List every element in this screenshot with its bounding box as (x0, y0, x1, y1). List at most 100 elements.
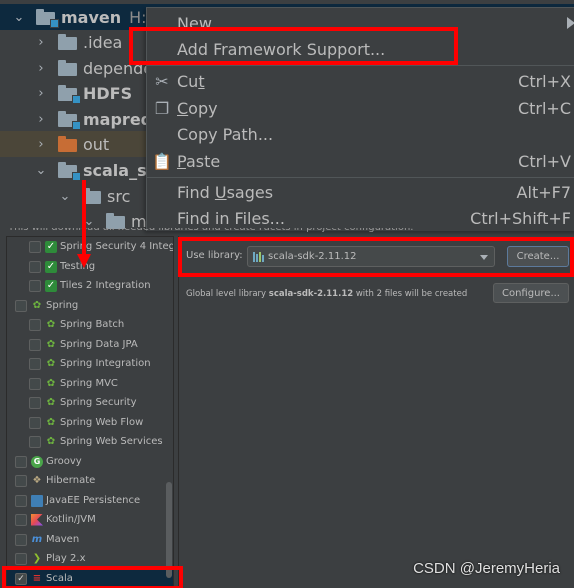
menu-item-shortcut: Ctrl+V (518, 151, 571, 171)
checkbox[interactable] (15, 533, 27, 546)
checkbox[interactable] (15, 299, 27, 312)
tree-row-out[interactable]: › out (0, 131, 150, 157)
play-icon: ❯ (32, 553, 42, 564)
menu-separator (147, 177, 574, 178)
chevron-right-icon[interactable]: › (34, 86, 48, 101)
framework-item[interactable]: G Groovy (15, 452, 82, 471)
framework-item[interactable]: ✿ Spring Security (29, 393, 137, 412)
create-library-button[interactable]: Create... (507, 246, 569, 267)
menu-item-label: Find in Files... (177, 208, 285, 228)
use-library-label: Use library: (186, 250, 243, 261)
checkbox[interactable] (29, 260, 41, 273)
framework-item[interactable]: ✿ Spring Integration (29, 354, 151, 373)
framework-item[interactable]: Kotlin/JVM (15, 510, 96, 529)
checkbox[interactable] (29, 377, 41, 390)
framework-item[interactable]: ❖ Hibernate (15, 471, 95, 490)
watermark: CSDN @JeremyHeria (413, 560, 560, 577)
framework-list-scrollbar[interactable] (166, 482, 172, 578)
global-library-info: Global level library scala-sdk-2.11.12 w… (186, 289, 468, 299)
checkbox[interactable] (29, 416, 41, 429)
checkbox[interactable] (29, 318, 41, 331)
menu-item-shortcut: Alt+F7 (516, 182, 571, 202)
framework-item[interactable]: ✿ Spring Data JPA (29, 335, 138, 354)
menu-item-copy-path[interactable]: Copy Path... (147, 121, 574, 147)
module-folder-icon (58, 85, 81, 104)
framework-config-panel: Use library: scala-sdk-2.11.12 Create...… (178, 236, 574, 588)
framework-list[interactable]: ✓ Spring Security 4 Integrat ✓ Testing ✓… (6, 236, 174, 588)
checkbox[interactable] (15, 455, 27, 468)
framework-item-scala[interactable]: ✓ ≡ Scala (7, 569, 173, 587)
jpa-icon (31, 494, 43, 507)
chevron-down-icon[interactable]: ⌄ (12, 10, 26, 25)
spring-webflow-icon: ✿ (46, 417, 56, 428)
checkbox[interactable] (29, 435, 41, 448)
menu-item-label: New (177, 13, 212, 33)
menu-item-label: Find Usages (177, 182, 274, 202)
menu-item-shortcut: Ctrl+C (517, 98, 571, 118)
chevron-down-icon[interactable]: ⌄ (58, 189, 72, 204)
framework-item[interactable]: JavaEE Persistence (15, 491, 140, 510)
copy-icon: ❐ (154, 98, 170, 118)
checkbox[interactable] (29, 240, 41, 253)
framework-item[interactable]: ✓ Spring Security 4 Integrat (29, 237, 173, 256)
menu-item-find-usages[interactable]: Find Usages Alt+F7 (147, 179, 574, 205)
module-folder-icon (58, 111, 81, 130)
hibernate-icon: ❖ (32, 475, 42, 486)
annotation-arrow-head-icon (77, 254, 91, 268)
menu-item-paste[interactable]: 📋 Paste Ctrl+V (147, 148, 574, 174)
green-check-icon: ✓ (45, 279, 57, 292)
menu-item-cut[interactable]: ✂ Cut Ctrl+X (147, 68, 574, 94)
folder-icon (58, 60, 78, 76)
configure-button[interactable]: Configure... (493, 283, 569, 303)
framework-item[interactable]: ❯ Play 2.x (15, 549, 86, 568)
dropdown-caret-icon (480, 255, 488, 260)
clipboard-icon: 📋 (152, 151, 172, 171)
menu-item-label: Cut (177, 71, 205, 91)
framework-item[interactable]: ✿ Spring Web Flow (29, 413, 143, 432)
checkbox[interactable] (15, 474, 27, 487)
green-check-icon: ✓ (45, 240, 57, 253)
chevron-right-icon[interactable]: › (34, 61, 48, 76)
checkbox[interactable] (29, 396, 41, 409)
menu-item-copy[interactable]: ❐ Copy Ctrl+C (147, 95, 574, 121)
checkbox[interactable] (29, 357, 41, 370)
tree-row-label: HDFS (83, 83, 133, 103)
framework-item[interactable]: ✿ Spring (15, 296, 78, 315)
chevron-right-icon[interactable]: › (34, 112, 48, 127)
checkbox[interactable] (15, 513, 27, 526)
mnemonic: P (177, 151, 186, 171)
checkbox[interactable] (29, 338, 41, 351)
checkbox[interactable] (29, 279, 41, 292)
tree-row-label: out (83, 134, 110, 154)
module-folder-icon (58, 162, 81, 181)
menu-item-new[interactable]: New (147, 10, 574, 36)
menu-item-label: Copy Path... (177, 124, 274, 144)
framework-item[interactable]: ✿ Spring Batch (29, 315, 124, 334)
library-icon (253, 251, 264, 262)
checkbox-checked[interactable]: ✓ (15, 572, 27, 585)
context-menu: New Add Framework Support... ✂ Cut Ctrl+… (146, 7, 574, 231)
submenu-arrow-icon (567, 17, 574, 29)
spring-security-icon: ✿ (46, 397, 56, 408)
chevron-down-icon[interactable]: ⌄ (34, 163, 48, 178)
chevron-right-icon[interactable]: › (34, 35, 48, 50)
green-check-icon: ✓ (45, 260, 57, 273)
spring-leaf-icon: ✿ (32, 300, 42, 311)
checkbox[interactable] (15, 494, 27, 507)
library-select[interactable]: scala-sdk-2.11.12 (247, 246, 495, 267)
chevron-right-icon[interactable]: › (34, 137, 48, 152)
framework-item[interactable]: ✿ Spring Web Services (29, 432, 163, 451)
checkbox[interactable] (15, 552, 27, 565)
menu-item-shortcut: Ctrl+X (518, 71, 571, 91)
tree-row-label: maven (61, 7, 122, 27)
module-folder-icon (36, 9, 59, 28)
menu-item-label: Paste (177, 151, 221, 171)
framework-item[interactable]: ✿ Spring MVC (29, 374, 118, 393)
menu-item-add-framework-support[interactable]: Add Framework Support... (147, 36, 574, 62)
framework-item[interactable]: ✓ Tiles 2 Integration (29, 276, 151, 295)
menu-separator (147, 65, 574, 66)
framework-item[interactable]: m Maven (15, 530, 79, 549)
mnemonic: C (177, 98, 189, 118)
folder-icon (106, 213, 126, 229)
maven-icon: m (31, 534, 43, 545)
